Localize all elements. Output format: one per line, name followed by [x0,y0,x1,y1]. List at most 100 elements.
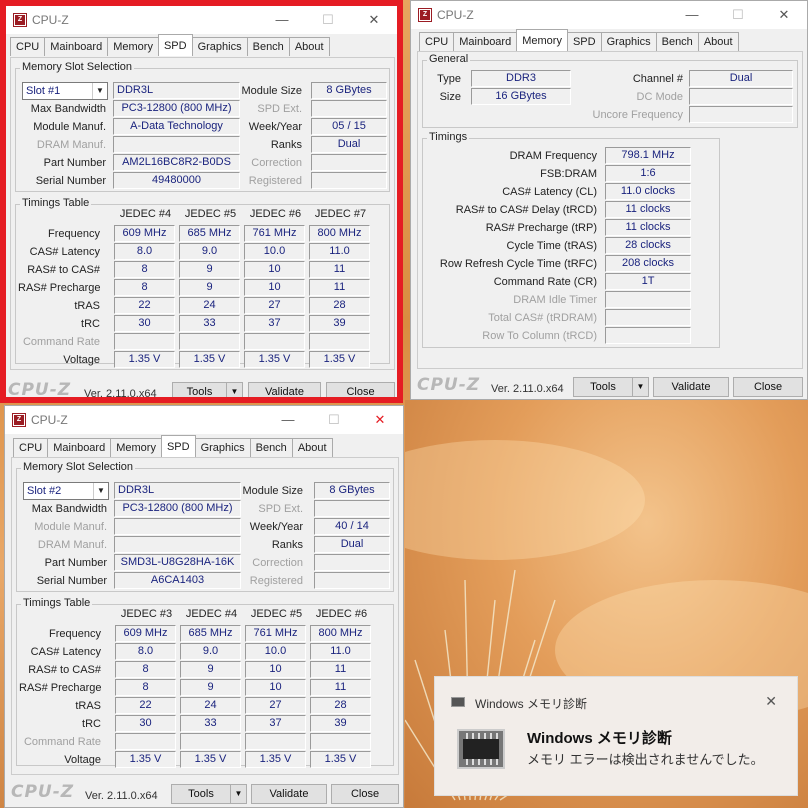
tab-graphics[interactable]: Graphics [600,32,657,51]
timing-label: DRAM Frequency [509,150,597,162]
timings-column-header: JEDEC #4 [119,208,172,220]
tools-label: Tools [590,381,616,393]
timings-row-label: Voltage [64,754,101,766]
timings-column-header: JEDEC #6 [315,608,368,620]
tab-bench[interactable]: Bench [655,32,699,51]
validate-button[interactable]: Validate [251,784,327,804]
timing-value [605,309,691,326]
minimize-button[interactable]: — [669,1,715,29]
type-value: DDR3 [471,70,571,87]
close-button[interactable]: Close [326,382,395,397]
group-title: Timings Table [21,597,93,609]
tab-graphics[interactable]: Graphics [191,37,248,56]
window-title: CPU-Z [32,13,69,27]
registered-label: Registered [248,175,302,187]
timing-label: Command Rate (CR) [493,276,597,288]
part-number-value: SMD3L-U8G28HA-16K [114,554,241,571]
maximize-button[interactable]: ☐ [715,1,761,29]
tab-memory[interactable]: Memory [107,37,159,56]
chevron-down-icon: ▼ [93,483,108,499]
minimize-button[interactable]: — [259,6,305,34]
tab-cpu[interactable]: CPU [13,438,49,457]
timings-cell: 1.35 V [309,351,370,368]
close-icon[interactable]: ✕ [765,693,777,710]
timings-cell: 8.0 [115,643,176,660]
timings-cell: 10.0 [245,643,306,660]
tab-about[interactable]: About [288,37,330,56]
tab-mainboard[interactable]: Mainboard [453,32,518,51]
timings-cell: 800 MHz [309,225,370,242]
minimize-button[interactable]: — [265,406,311,434]
timings-cell: 761 MHz [245,625,306,642]
slot-select[interactable]: Slot #1 ▼ [22,82,108,100]
validate-button[interactable]: Validate [653,377,729,397]
timings-cell: 1.35 V [114,351,175,368]
title-bar[interactable]: Z CPU-Z — ☐ ✕ [6,6,397,34]
tab-cpu[interactable]: CPU [419,32,455,51]
timing-value: 798.1 MHz [605,147,691,164]
timings-cell: 10 [244,279,305,296]
tab-bench[interactable]: Bench [246,37,290,56]
cpuz-app-icon: Z [14,14,26,26]
tools-button[interactable]: Tools ▼ [172,382,243,397]
notification-toast[interactable]: Windows メモリ診断 ✕ Windows メモリ診断 メモリ エラーは検出… [434,676,798,796]
max-bandwidth-label: Max Bandwidth [31,503,107,515]
timings-cell: 9 [179,279,240,296]
cpuz-logo: CPU-Z [8,380,72,400]
timings-cell: 10 [245,679,306,696]
timings-row-label: Command Rate [22,336,100,348]
tools-label: Tools [188,788,214,800]
tab-memory[interactable]: Memory [110,438,162,457]
serial-number-label: Serial Number [35,175,106,187]
group-title: General [427,53,471,65]
maximize-button[interactable]: ☐ [311,406,357,434]
timings-cell: 11.0 [309,243,370,260]
timings-cell: 1.35 V [115,751,176,768]
tab-about[interactable]: About [697,32,739,51]
tab-spd[interactable]: SPD [566,32,602,51]
slot-select[interactable]: Slot #2 ▼ [23,482,109,500]
tab-mainboard[interactable]: Mainboard [44,37,109,56]
timings-cell: 11 [309,261,370,278]
tools-button[interactable]: Tools ▼ [573,377,649,397]
timings-column-header: JEDEC #7 [314,208,367,220]
timings-cell [114,333,175,350]
tab-spd[interactable]: SPD [157,34,193,56]
week-year-label: Week/Year [249,521,303,533]
tab-about[interactable]: About [291,438,333,457]
tab-graphics[interactable]: Graphics [194,438,251,457]
module-manuf-value [114,518,241,535]
tab-cpu[interactable]: CPU [10,37,46,56]
cpuz-app-icon: Z [13,414,25,426]
timings-cell: 9 [180,661,241,678]
timing-label: Row Refresh Cycle Time (tRFC) [439,258,597,270]
registered-value [314,572,390,589]
timing-label: CAS# Latency (CL) [502,186,597,198]
close-button[interactable]: Close [733,377,803,397]
dram-manuf-value [113,136,240,153]
tab-spd[interactable]: SPD [160,435,196,457]
ranks-value: Dual [311,136,387,153]
tab-memory[interactable]: Memory [516,29,568,51]
tab-bench[interactable]: Bench [249,438,293,457]
title-bar[interactable]: Z CPU-Z — ☐ ✕ [411,1,807,29]
title-bar[interactable]: Z CPU-Z — ☐ ✕ [5,406,403,434]
spd-ext-label: SPD Ext. [258,503,303,515]
group-title: Timings [427,131,470,143]
memory-panel: General Type DDR3 Channel # Dual Size 16… [417,51,803,369]
timings-cell: 11.0 [310,643,371,660]
maximize-button[interactable]: ☐ [305,6,351,34]
timings-cell [180,733,241,750]
ranks-value: Dual [314,536,390,553]
spd-panel: Memory Slot Selection Slot #1 ▼ DDR3L Mod… [10,57,395,370]
validate-button[interactable]: Validate [248,382,321,397]
tab-mainboard[interactable]: Mainboard [47,438,112,457]
close-window-button[interactable]: ✕ [357,406,403,434]
tools-button[interactable]: Tools ▼ [171,784,247,804]
part-number-label: Part Number [44,557,107,569]
close-button[interactable]: Close [331,784,399,804]
close-window-button[interactable]: ✕ [761,1,807,29]
close-window-button[interactable]: ✕ [351,6,397,34]
version-label: Ver. 2.11.0.x64 [491,383,564,395]
dc-mode-value [689,88,793,105]
